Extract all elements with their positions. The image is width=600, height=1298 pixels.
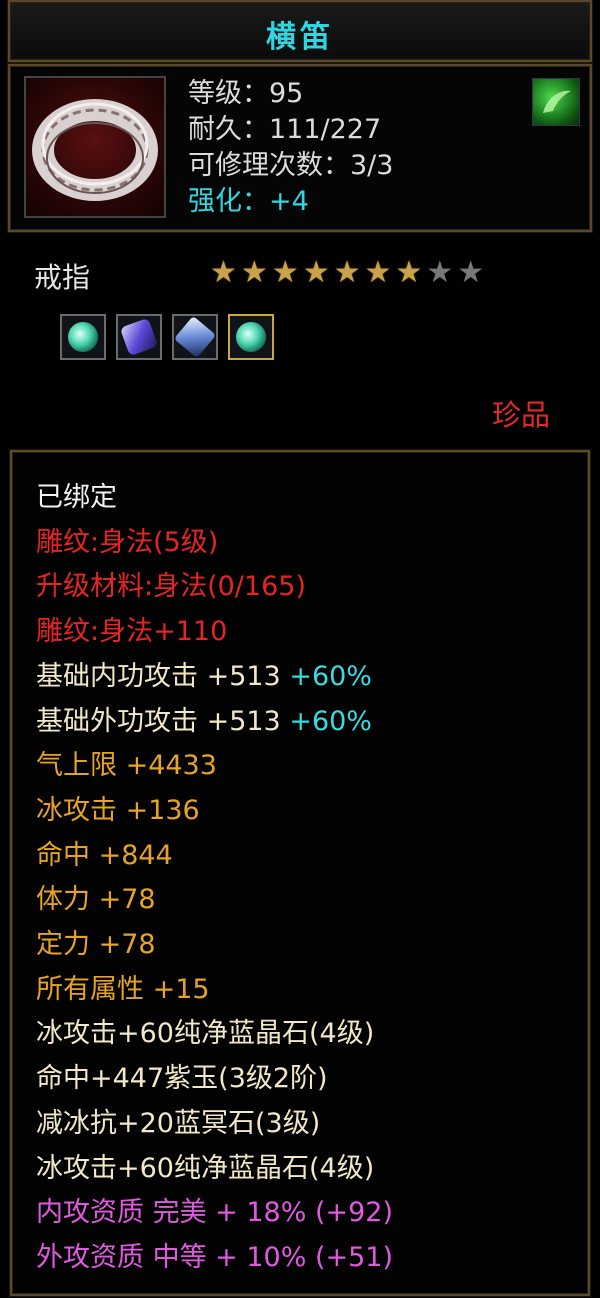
item-level: 等级：95 xyxy=(188,78,304,109)
attribute-text: 升级材料:身法(0/165) xyxy=(36,571,306,603)
attribute-text: 基础外功攻击 +513 xyxy=(36,705,281,737)
star-filled-icon: ★ xyxy=(210,255,237,290)
attribute-line: 雕纹:身法+110 xyxy=(36,610,393,655)
attribute-line: 气上限 +4433 xyxy=(36,744,393,789)
purple-jade-icon xyxy=(119,317,159,357)
gem-slot[interactable] xyxy=(172,314,218,360)
item-repair-count: 可修理次数：3/3 xyxy=(188,150,394,181)
attribute-line: 基础外功攻击 +513 +60% xyxy=(36,700,393,745)
item-header-panel: 等级：95 耐久：111/227 可修理次数：3/3 强化：+4 xyxy=(8,64,592,232)
star-filled-icon: ★ xyxy=(333,255,361,290)
attribute-bonus-percent: +60% xyxy=(280,660,372,692)
attribute-bonus-percent: +60% xyxy=(280,705,372,737)
attribute-text: 命中+447紫玉(3级2阶) xyxy=(36,1063,328,1095)
star-filled-icon: ★ xyxy=(395,255,423,290)
pure-blue-crystal-icon xyxy=(68,322,98,352)
gem-slots xyxy=(60,314,274,360)
attribute-text: 气上限 +4433 xyxy=(36,750,217,782)
attribute-text: 冰攻击 +136 xyxy=(36,794,200,826)
attribute-line: 升级材料:身法(0/165) xyxy=(36,565,393,610)
attribute-line: 基础内功攻击 +513 +60% xyxy=(36,655,393,700)
attribute-text: 雕纹:身法+110 xyxy=(36,616,228,648)
attribute-line: 体力 +78 xyxy=(36,878,393,923)
attribute-text: 定力 +78 xyxy=(36,929,156,961)
blue-nether-stone-icon xyxy=(173,315,217,359)
star-empty-icon: ★ xyxy=(457,255,485,290)
attribute-text: 所有属性 +15 xyxy=(36,973,210,1005)
attribute-line: 冰攻击+60纯净蓝晶石(4级) xyxy=(36,1147,393,1192)
item-name: 横笛 xyxy=(266,20,334,55)
attribute-list: 已绑定雕纹:身法(5级) 升级材料:身法(0/165) 雕纹:身法+110 基础内功攻… xyxy=(36,476,393,1281)
attribute-line: 定力 +78 xyxy=(36,923,393,968)
silver-ring-icon xyxy=(24,76,166,218)
attribute-line: 减冰抗+20蓝冥石(3级) xyxy=(36,1102,393,1147)
item-rarity: 珍品 xyxy=(491,398,550,432)
green-leaf-skill-icon[interactable] xyxy=(532,78,580,126)
attribute-text: 基础内功攻击 +513 xyxy=(36,660,281,692)
attribute-line: 内攻资质 完美 + 18% (+92) xyxy=(36,1191,393,1236)
attribute-line: 雕纹:身法(5级) xyxy=(36,521,393,566)
attribute-line: 已绑定 xyxy=(36,476,393,521)
attribute-text: 冰攻击+60纯净蓝晶石(4级) xyxy=(36,1018,375,1050)
star-filled-icon: ★ xyxy=(271,255,299,290)
item-title-bar: 横笛 xyxy=(8,0,592,62)
star-filled-icon: ★ xyxy=(364,255,392,290)
attribute-panel: 已绑定雕纹:身法(5级) 升级材料:身法(0/165) 雕纹:身法+110 基础内功攻… xyxy=(10,450,590,1296)
attribute-text: 雕纹:身法(5级) xyxy=(36,526,219,558)
attribute-text: 外攻资质 中等 + 10% (+51) xyxy=(36,1241,394,1273)
attribute-line: 外攻资质 中等 + 10% (+51) xyxy=(36,1236,393,1281)
gem-slot[interactable] xyxy=(116,314,162,360)
star-empty-icon: ★ xyxy=(426,255,454,290)
attribute-text: 内攻资质 完美 + 18% (+92) xyxy=(36,1197,394,1229)
attribute-text: 已绑定 xyxy=(36,482,117,513)
attribute-line: 命中+447紫玉(3级2阶) xyxy=(36,1057,393,1102)
attribute-text: 命中 +844 xyxy=(36,839,173,871)
item-durability: 耐久：111/227 xyxy=(188,114,382,145)
star-filled-icon: ★ xyxy=(302,255,330,290)
gem-slot[interactable] xyxy=(228,314,274,360)
attribute-text: 体力 +78 xyxy=(36,884,156,916)
attribute-line: 所有属性 +15 xyxy=(36,968,393,1013)
item-enhance: 强化：+4 xyxy=(188,186,309,217)
star-rating: ★ ★ ★ ★ ★ ★ ★ ★ ★ xyxy=(210,255,484,290)
attribute-text: 减冰抗+20蓝冥石(3级) xyxy=(36,1107,321,1139)
item-type: 戒指 xyxy=(34,261,91,294)
gem-slot[interactable] xyxy=(60,314,106,360)
star-filled-icon: ★ xyxy=(240,255,268,290)
attribute-line: 冰攻击+60纯净蓝晶石(4级) xyxy=(36,1012,393,1057)
item-info: 等级：95 耐久：111/227 可修理次数：3/3 强化：+4 xyxy=(188,76,393,220)
attribute-text: 冰攻击+60纯净蓝晶石(4级) xyxy=(36,1152,375,1184)
attribute-line: 冰攻击 +136 xyxy=(36,789,393,834)
pure-blue-crystal-icon xyxy=(236,322,266,352)
attribute-line: 命中 +844 xyxy=(36,834,393,879)
